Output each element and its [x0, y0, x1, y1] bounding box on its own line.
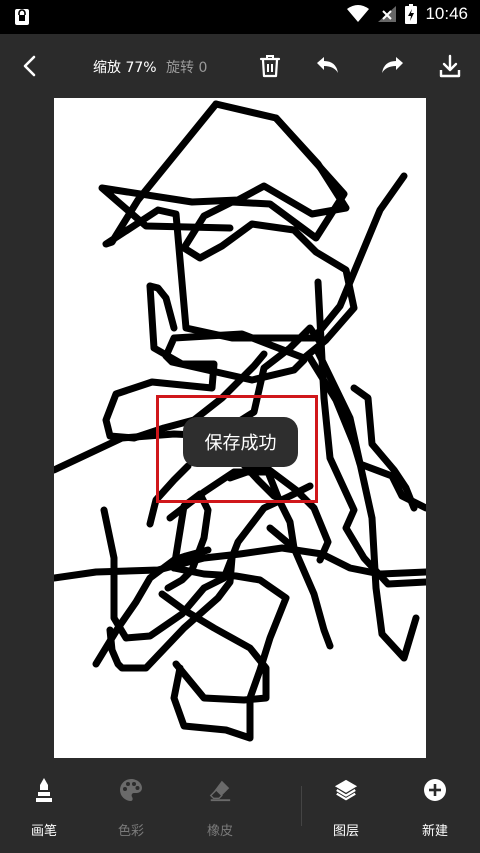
undo-button[interactable] [308, 46, 348, 86]
redo-icon [382, 57, 403, 73]
toolbar-divider [301, 786, 302, 826]
delete-button[interactable] [250, 46, 290, 86]
download-icon [439, 54, 461, 78]
bottom-toolbar: 画笔 色彩 橡皮 图层 新建 [0, 764, 480, 853]
redo-button[interactable] [372, 46, 412, 86]
palette-label: 色彩 [117, 824, 144, 839]
new-button[interactable]: 新建 [400, 764, 470, 853]
add-circle-icon [423, 776, 447, 804]
eraser-icon [208, 776, 232, 804]
lock-icon [14, 8, 30, 30]
brush-button[interactable]: 画笔 [9, 764, 79, 853]
trash-icon [259, 55, 281, 78]
layers-label: 图层 [332, 824, 359, 839]
layers-button[interactable]: 图层 [311, 764, 381, 853]
chevron-left-icon [23, 55, 36, 77]
back-button[interactable] [10, 46, 50, 86]
brush-icon [32, 776, 56, 804]
top-toolbar: 缩放 77% 旋转 0 [0, 34, 480, 96]
new-label: 新建 [421, 824, 448, 839]
signal-icon [378, 6, 397, 22]
palette-icon [119, 776, 143, 804]
eraser-button[interactable]: 橡皮 [185, 764, 255, 853]
rotate-label: 旋转 0 [166, 60, 208, 76]
battery-charging-icon [405, 4, 418, 24]
status-icons: 10:46 [347, 4, 468, 24]
zoom-label: 缩放 77% [93, 60, 157, 76]
wifi-icon [347, 5, 370, 22]
layers-icon [334, 776, 358, 804]
status-bar: 10:46 [0, 0, 480, 34]
palette-button[interactable]: 色彩 [96, 764, 166, 853]
eraser-label: 橡皮 [206, 824, 233, 839]
status-time: 10:46 [425, 4, 468, 23]
brush-label: 画笔 [30, 824, 57, 839]
undo-icon [317, 57, 338, 73]
download-button[interactable] [430, 46, 470, 86]
highlight-box [156, 395, 318, 503]
